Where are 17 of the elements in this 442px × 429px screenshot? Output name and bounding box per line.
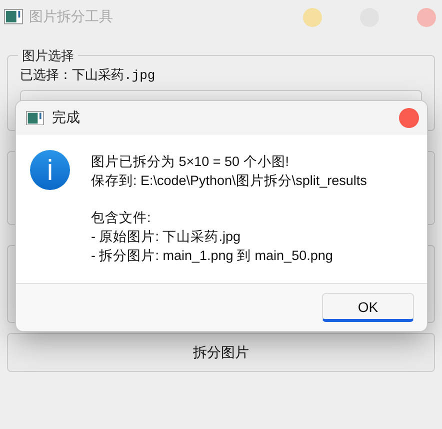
- selected-file-label: 已选择：下山采药.jpg: [20, 68, 156, 83]
- ok-button[interactable]: OK: [322, 293, 414, 322]
- window-title: 图片拆分工具: [29, 8, 114, 26]
- group-title: 图片选择: [18, 47, 78, 65]
- close-button[interactable]: [417, 8, 436, 26]
- dialog-title: 完成: [52, 109, 81, 127]
- split-button[interactable]: 拆分图片: [7, 333, 435, 372]
- message-text: 图片已拆分为 5×10 = 50 个小图!: [91, 153, 290, 171]
- message-text: 保存到: E:\code\Python\图片拆分\split_results: [91, 172, 367, 190]
- message-text: - 拆分图片: main_1.png 到 main_50.png: [91, 247, 334, 265]
- minimize-button[interactable]: [303, 8, 322, 26]
- app-icon: [26, 110, 44, 126]
- app-icon: [4, 9, 23, 25]
- message-text: - 原始图片: 下山采药.jpg: [91, 228, 242, 246]
- info-icon: [29, 149, 71, 191]
- message-text: 包含文件:: [91, 209, 152, 227]
- close-button[interactable]: [399, 108, 419, 128]
